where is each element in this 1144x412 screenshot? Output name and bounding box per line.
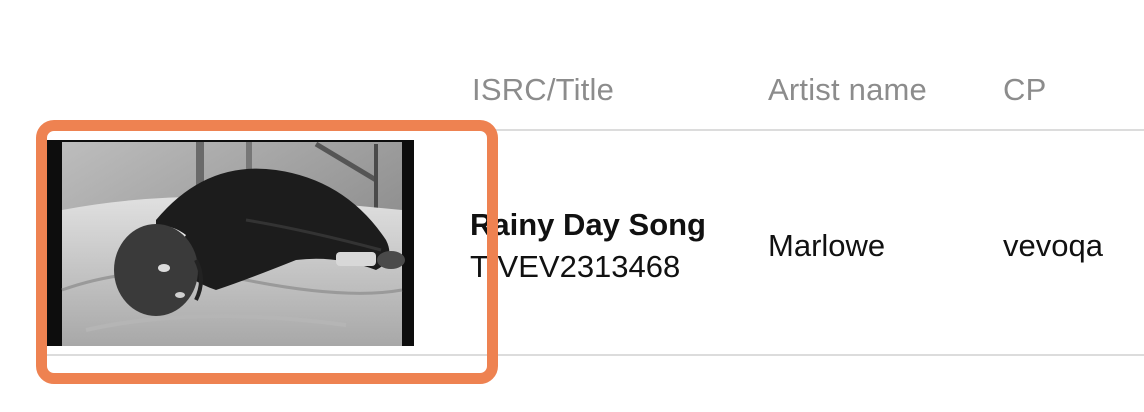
track-isrc: TIVEV2313468 bbox=[470, 249, 681, 284]
row-divider bbox=[46, 354, 1144, 356]
table-row-thumbnail-cell[interactable] bbox=[46, 136, 470, 350]
table-view: ISRC/Title Artist name CP Rainy Day Song… bbox=[0, 0, 1144, 412]
header-divider bbox=[46, 129, 1144, 131]
content-provider: vevoqa bbox=[1003, 228, 1103, 263]
thumbnail-image bbox=[46, 140, 414, 346]
track-title[interactable]: Rainy Day Song bbox=[470, 207, 706, 243]
column-header-artist-name[interactable]: Artist name bbox=[768, 72, 927, 108]
column-header-isrc-title[interactable]: ISRC/Title bbox=[472, 72, 614, 108]
video-thumbnail[interactable] bbox=[46, 140, 414, 346]
artist-name[interactable]: Marlowe bbox=[768, 228, 885, 264]
column-header-cp[interactable]: CP bbox=[1003, 72, 1046, 108]
